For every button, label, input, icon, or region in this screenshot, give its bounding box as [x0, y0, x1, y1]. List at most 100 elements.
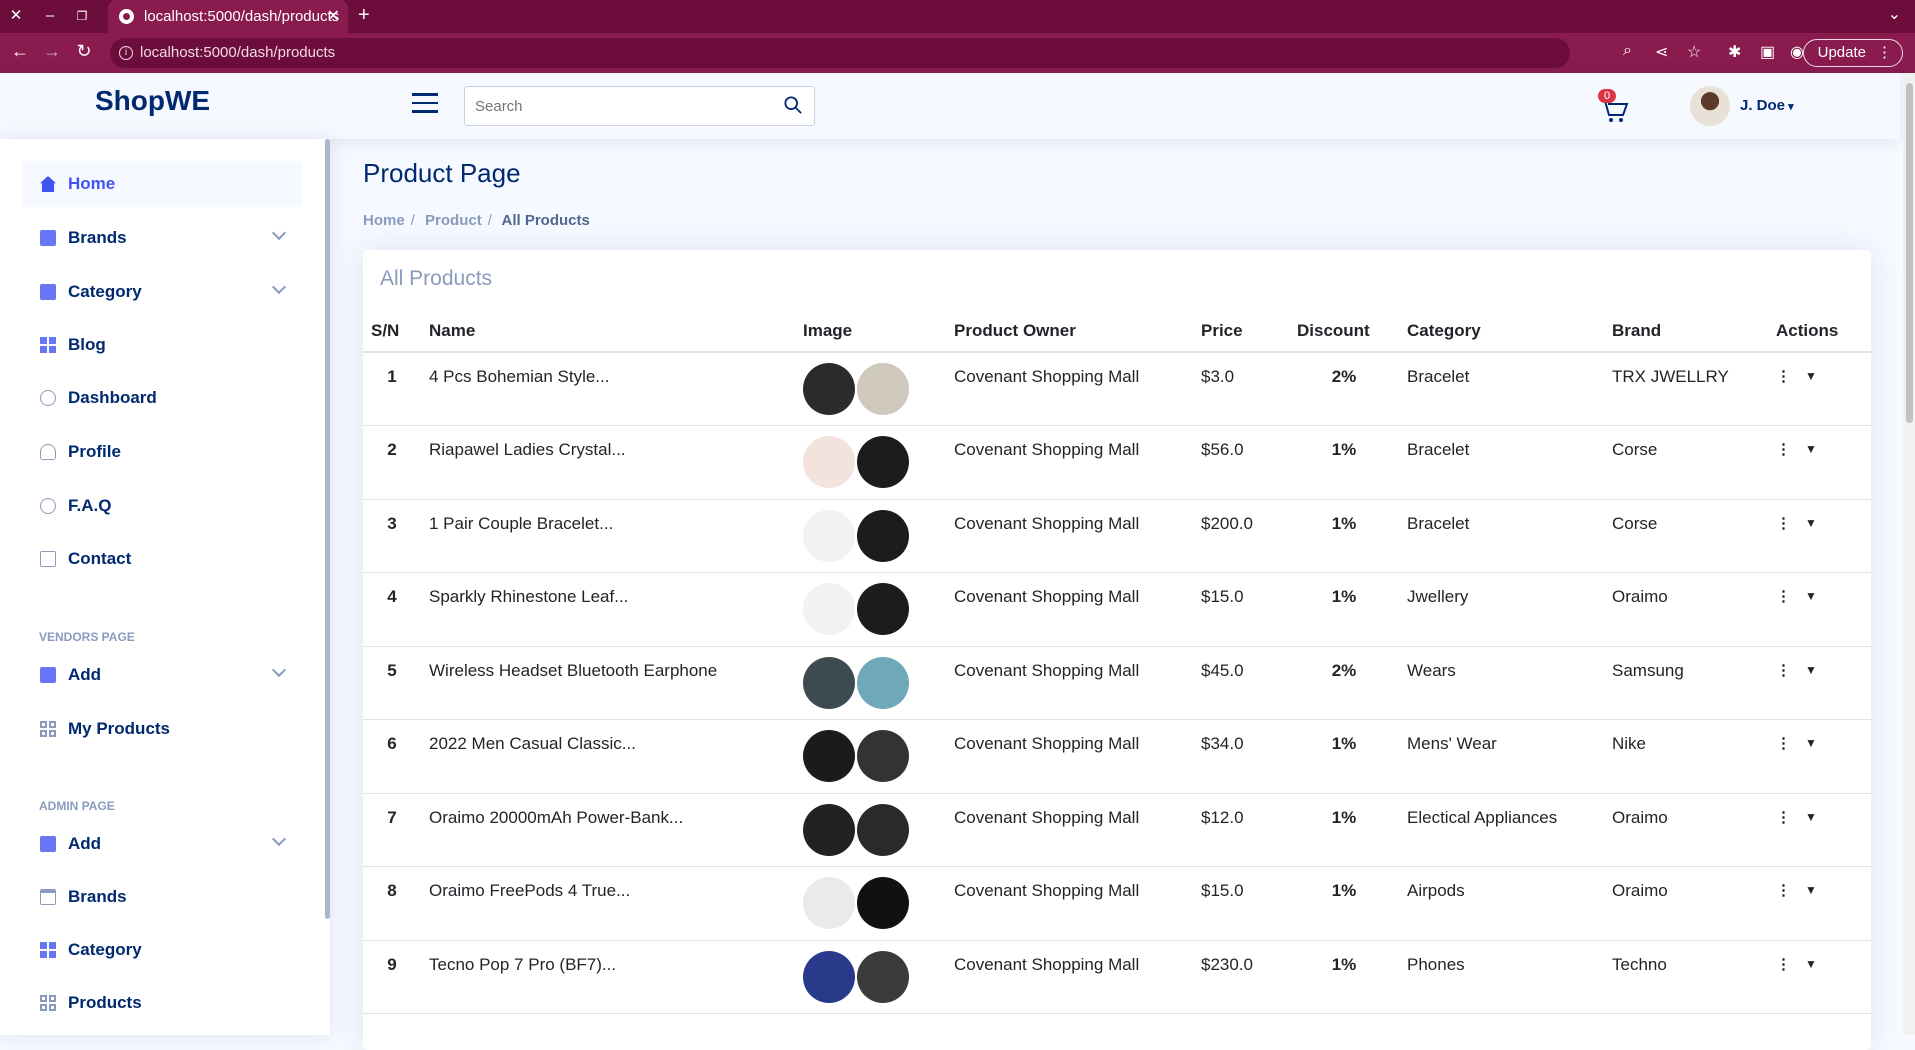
- new-tab-icon[interactable]: +: [358, 4, 370, 27]
- row-name: Riapawel Ladies Crystal...: [421, 425, 795, 500]
- sidebar-item-admin-products[interactable]: Products: [22, 980, 302, 1026]
- row-owner: Covenant Shopping Mall: [946, 572, 1193, 647]
- search-input[interactable]: [465, 87, 765, 125]
- product-image[interactable]: [803, 877, 855, 929]
- sidebar-item-faq[interactable]: F.A.Q: [22, 483, 302, 529]
- more-options-icon[interactable]: ⋮: [1776, 514, 1791, 532]
- logo[interactable]: ShopWE: [95, 85, 210, 117]
- scrollbar-thumb[interactable]: [1906, 83, 1913, 423]
- product-image[interactable]: [803, 363, 855, 415]
- breadcrumb-home[interactable]: Home: [363, 212, 405, 229]
- product-image[interactable]: [857, 803, 909, 856]
- sidebar-item-my-products[interactable]: My Products: [22, 706, 302, 752]
- more-options-icon[interactable]: ⋮: [1776, 440, 1791, 458]
- page-scrollbar[interactable]: [1903, 73, 1915, 1035]
- sidebar-item-admin-brands[interactable]: Brands: [22, 874, 302, 920]
- sidebar-item-dashboard[interactable]: Dashboard: [22, 375, 302, 421]
- sidebar-item-admin-add[interactable]: Add: [22, 821, 302, 867]
- product-image[interactable]: [857, 583, 909, 635]
- close-window-icon[interactable]: ✕: [6, 6, 26, 26]
- caret-down-icon[interactable]: ▼: [1805, 736, 1817, 750]
- row-name: Wireless Headset Bluetooth Earphone: [421, 646, 795, 720]
- sidebar-item-contact[interactable]: Contact: [22, 536, 302, 582]
- cart-button[interactable]: 0: [1593, 89, 1633, 125]
- product-image[interactable]: [857, 509, 909, 562]
- product-image[interactable]: [857, 656, 909, 709]
- grid-outline-icon: [40, 995, 56, 1011]
- product-image[interactable]: [857, 950, 909, 1003]
- tab-close-icon[interactable]: ✕: [327, 0, 340, 33]
- plus-square-icon: [40, 230, 56, 246]
- home-icon: [40, 176, 56, 192]
- avatar[interactable]: [1690, 86, 1730, 126]
- more-options-icon[interactable]: ⋮: [1776, 808, 1791, 826]
- row-brand: Oraimo: [1604, 866, 1768, 941]
- sidebar-item-brands[interactable]: Brands: [22, 215, 302, 261]
- product-image[interactable]: [803, 583, 855, 635]
- update-button[interactable]: Update: [1802, 39, 1903, 67]
- search-icon[interactable]: [784, 96, 802, 114]
- more-options-icon[interactable]: ⋮: [1776, 367, 1791, 385]
- bookmark-star-icon[interactable]: ☆: [1687, 42, 1701, 62]
- product-image[interactable]: [857, 436, 909, 488]
- more-options-icon[interactable]: ⋮: [1776, 587, 1791, 605]
- sidebar-item-home[interactable]: Home: [22, 161, 302, 207]
- chevron-down-icon: [271, 225, 287, 241]
- sidebar-item-admin-category[interactable]: Category: [22, 927, 302, 973]
- caret-down-icon[interactable]: ▼: [1805, 589, 1817, 603]
- restore-window-icon[interactable]: ❐: [72, 6, 92, 26]
- profile-icon[interactable]: ◉: [1790, 42, 1804, 62]
- row-actions: ⋮ ▼: [1768, 646, 1871, 720]
- zoom-icon[interactable]: ⌕: [1623, 42, 1632, 60]
- row-price: $15.0: [1193, 866, 1289, 941]
- more-options-icon[interactable]: ⋮: [1776, 734, 1791, 752]
- product-image[interactable]: [857, 363, 909, 415]
- breadcrumb-product[interactable]: Product: [425, 212, 482, 229]
- caret-down-icon[interactable]: ▼: [1805, 369, 1817, 383]
- user-menu[interactable]: J. Doe: [1740, 97, 1794, 114]
- forward-icon[interactable]: →: [40, 41, 64, 62]
- sidebar-item-label: Contact: [68, 549, 132, 568]
- table-row: 8 Oraimo FreePods 4 True... Covenant Shopp…: [363, 866, 1871, 941]
- row-brand: Oraimo: [1604, 793, 1768, 867]
- site-info-icon[interactable]: i: [119, 46, 133, 60]
- sidebar-item-vendor-add[interactable]: Add: [22, 652, 302, 698]
- caret-down-icon[interactable]: ▼: [1805, 516, 1817, 530]
- row-category: Airpods: [1399, 866, 1604, 941]
- more-options-icon[interactable]: ⋮: [1776, 955, 1791, 973]
- product-image[interactable]: [803, 803, 855, 856]
- caret-down-icon[interactable]: ▼: [1805, 957, 1817, 971]
- caret-down-icon[interactable]: ▼: [1805, 883, 1817, 897]
- url-field[interactable]: i localhost:5000/dash/products: [110, 38, 1570, 68]
- product-image[interactable]: [857, 730, 909, 782]
- caret-down-icon[interactable]: ▼: [1805, 442, 1817, 456]
- more-options-icon[interactable]: ⋮: [1776, 661, 1791, 679]
- sidebar-item-category[interactable]: Category: [22, 269, 302, 315]
- product-image[interactable]: [803, 950, 855, 1003]
- row-actions: ⋮ ▼: [1768, 352, 1871, 426]
- back-icon[interactable]: ←: [8, 41, 32, 62]
- product-image[interactable]: [803, 509, 855, 562]
- row-owner: Covenant Shopping Mall: [946, 940, 1193, 1014]
- sidebar-item-profile[interactable]: Profile: [22, 429, 302, 475]
- more-options-icon[interactable]: ⋮: [1776, 881, 1791, 899]
- extensions-icon[interactable]: ✱: [1728, 42, 1741, 62]
- caret-down-icon[interactable]: ▼: [1805, 810, 1817, 824]
- menu-toggle-icon[interactable]: [412, 93, 438, 115]
- tab-search-chevron-icon[interactable]: ⌄: [1888, 4, 1901, 24]
- reload-icon[interactable]: ↻: [72, 41, 96, 62]
- share-icon[interactable]: ⋖: [1655, 42, 1668, 62]
- minimize-window-icon[interactable]: –: [40, 6, 60, 26]
- product-image[interactable]: [857, 877, 909, 929]
- sidebar-item-blog[interactable]: Blog: [22, 322, 302, 368]
- side-panel-icon[interactable]: ▣: [1760, 42, 1775, 62]
- row-sn: 6: [363, 719, 421, 794]
- browser-tab[interactable]: localhost:5000/dash/products ✕: [108, 0, 348, 33]
- row-brand: Samsung: [1604, 646, 1768, 720]
- sidebar-item-label: Home: [68, 174, 116, 193]
- product-image[interactable]: [803, 730, 855, 782]
- sidebar-scrollbar[interactable]: [325, 139, 330, 919]
- product-image[interactable]: [803, 436, 855, 488]
- product-image[interactable]: [803, 656, 855, 709]
- caret-down-icon[interactable]: ▼: [1805, 663, 1817, 677]
